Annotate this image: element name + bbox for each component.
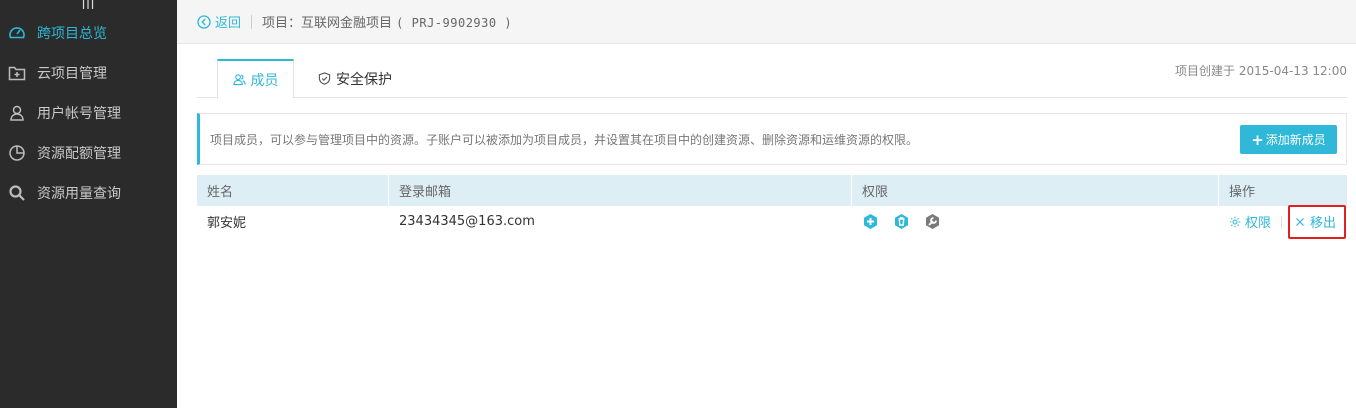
sidebar-item-usage[interactable]: 资源用量查询	[0, 173, 177, 213]
close-icon	[1296, 217, 1304, 226]
users-icon	[232, 74, 246, 86]
gear-icon	[1229, 216, 1241, 227]
member-permissions	[852, 206, 1219, 237]
edit-permission-link[interactable]: 权限	[1229, 212, 1271, 231]
column-header-actions: 操作	[1229, 185, 1256, 200]
members-info-panel: 项目成员，可以参与管理项目中的资源。子账户可以被添加为项目成员，并设置其在项目中…	[197, 113, 1347, 165]
back-label: 返回	[215, 16, 242, 31]
sidebar-item-label: 云项目管理	[37, 66, 107, 82]
column-header-name: 姓名	[197, 175, 389, 206]
action-divider	[1281, 215, 1283, 228]
edit-permission-label: 权限	[1245, 216, 1272, 231]
sidebar-collapse-toggle[interactable]: III	[0, 0, 177, 13]
project-title: 项目：互联网金融项目	[262, 16, 393, 31]
sidebar-item-quota[interactable]: 资源配额管理	[0, 133, 177, 173]
remove-member-link[interactable]: 移出	[1294, 212, 1336, 231]
table-header: 姓名 登录邮箱 权限 操作	[197, 175, 1347, 206]
column-header-email: 登录邮箱	[389, 175, 852, 206]
ops-permission-icon	[926, 214, 939, 229]
remove-member-label: 移出	[1310, 216, 1337, 231]
sidebar-item-label: 用户帐号管理	[37, 106, 121, 122]
top-breadcrumb-bar: 返回 项目：互联网金融项目 ( PRJ-9902930 )	[177, 0, 1356, 44]
member-actions: 权限 移出	[1219, 204, 1347, 239]
tab-label: 成员	[250, 72, 279, 89]
sidebar-item-overview[interactable]: 跨项目总览	[0, 13, 177, 53]
sidebar-item-user-accounts[interactable]: 用户帐号管理	[0, 93, 177, 133]
dashboard-icon	[8, 24, 26, 42]
member-email: 23434345@163.com	[399, 214, 535, 229]
plus-icon: +	[1251, 130, 1264, 149]
table-row: 郭安妮 23434345@163.com 权限 移出	[197, 204, 1347, 239]
members-table: 姓名 登录邮箱 权限 操作 郭安妮 23434345@163.com 权限 移出	[197, 175, 1347, 239]
back-link[interactable]: 返回	[197, 12, 241, 31]
breadcrumb-project: 项目：互联网金融项目 ( PRJ-9902930 )	[262, 12, 512, 31]
delete-permission-icon	[895, 214, 908, 229]
main-content: 成员 安全保护 项目创建于 2015-04-13 12:00 项目成员，可以参与…	[177, 44, 1356, 408]
sidebar-item-label: 跨项目总览	[37, 26, 107, 42]
tab-security[interactable]: 安全保护	[318, 59, 392, 98]
add-member-label: 添加新成员	[1265, 133, 1326, 147]
tab-members[interactable]: 成员	[217, 59, 294, 99]
sidebar-item-cloud-projects[interactable]: 云项目管理	[0, 53, 177, 93]
breadcrumb-divider	[251, 14, 253, 29]
column-header-permissions: 权限	[852, 175, 1219, 206]
sidebar-item-label: 资源用量查询	[37, 186, 121, 202]
add-member-button[interactable]: + 添加新成员	[1240, 125, 1337, 154]
remove-highlight-box: 移出	[1288, 204, 1347, 239]
pie-chart-icon	[8, 144, 26, 162]
members-info-text: 项目成员，可以参与管理项目中的资源。子账户可以被添加为项目成员，并设置其在项目中…	[210, 132, 919, 147]
back-circle-icon	[197, 14, 211, 29]
search-icon	[8, 184, 26, 202]
create-permission-icon	[864, 214, 877, 229]
sidebar: III 跨项目总览 云项目管理 用户帐号管理 资源配额管理 资源用量查询	[0, 0, 177, 408]
sidebar-nav: 跨项目总览 云项目管理 用户帐号管理 资源配额管理 资源用量查询	[0, 13, 177, 213]
user-icon	[8, 104, 26, 122]
member-name: 郭安妮	[207, 216, 247, 231]
tab-label: 安全保护	[336, 71, 392, 88]
shield-icon	[318, 72, 331, 85]
folder-add-icon	[8, 64, 26, 82]
project-code: ( PRJ-9902930 )	[396, 16, 513, 30]
sidebar-item-label: 资源配额管理	[37, 146, 121, 162]
project-created-time: 项目创建于 2015-04-13 12:00	[1175, 64, 1347, 78]
